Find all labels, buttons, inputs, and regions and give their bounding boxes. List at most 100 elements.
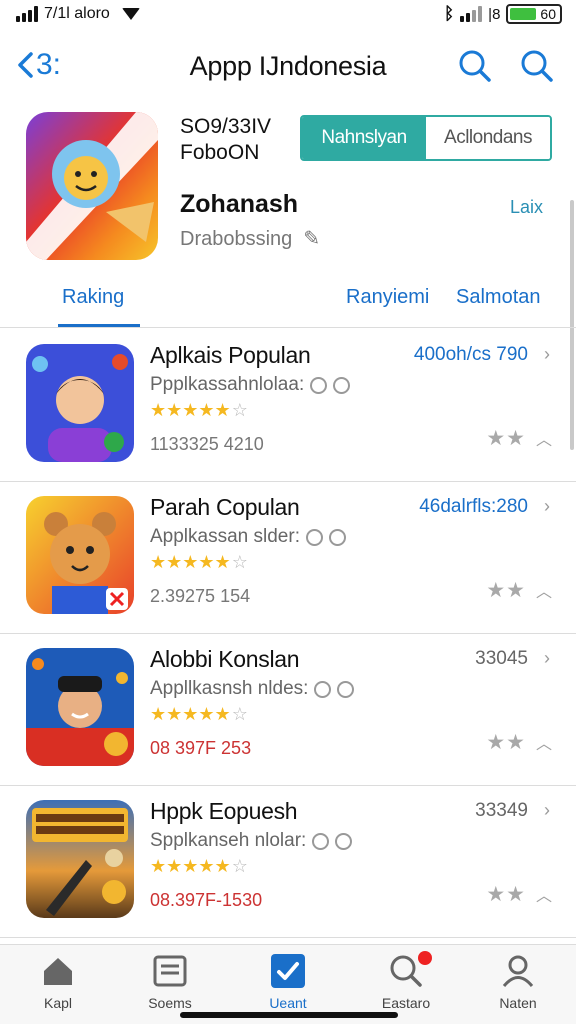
nav-updates-label: Ueant (269, 995, 307, 1011)
app-subtitle-text: Drabobssing (180, 228, 293, 250)
bluetooth-icon: ᛒ (443, 4, 455, 23)
nav-updates[interactable]: Ueant (240, 953, 336, 1011)
list-item[interactable]: Hppk Eopuesh Spplkanseh nlolar: ★★★★★ ☆ 0… (0, 786, 576, 938)
nav-account[interactable]: Naten (470, 953, 566, 1011)
chevron-right-icon[interactable]: › (544, 800, 550, 821)
tab-underline (58, 324, 140, 327)
mini-stars-icon: ★★ (486, 883, 526, 906)
header: 3: Appp IJndonesia (0, 40, 576, 92)
list-item[interactable]: Aplkais Populan Ppplkassahnlolaa: ★★★★★ ☆… (0, 330, 576, 482)
notification-badge (418, 951, 432, 965)
verified-icon (310, 376, 328, 394)
nav-search[interactable]: Eastaro (358, 951, 454, 1011)
list-item-subtitle-text: Applkassan slder: (150, 526, 300, 547)
signal-icon-2 (460, 6, 483, 22)
app-icon[interactable] (26, 112, 158, 260)
shield-icon (333, 376, 351, 394)
star-rating: ★★★★★ ☆ (150, 552, 248, 572)
app-meta-line1: SO9/33IV (180, 115, 272, 138)
verified-icon (305, 528, 323, 546)
star-rating: ★★★★★ ☆ (150, 704, 248, 724)
list-item-subtitle-text: Ppplkassahnlolaa: (150, 374, 305, 395)
nav-home[interactable]: Kapl (10, 953, 106, 1011)
list-item[interactable]: Parah Copulan Applkassan slder: ★★★★★ ☆ 2… (0, 482, 576, 634)
segment-option-1[interactable]: Nahnslyan (302, 117, 426, 159)
battery-level: 60 (540, 6, 556, 22)
verified-icon (312, 832, 330, 850)
mini-stars-icon: ★★ (486, 427, 526, 450)
wifi-icon (121, 8, 140, 20)
search-icon (388, 951, 432, 989)
list-item-icon (26, 800, 134, 918)
star-rating: ★★★★★ ☆ (150, 856, 248, 876)
tab-ranking[interactable]: Raking (62, 286, 124, 309)
shield-icon (328, 528, 346, 546)
chevron-up-icon[interactable]: ︿ (536, 426, 552, 450)
list-item-icon (26, 648, 134, 766)
list-icon (152, 953, 188, 989)
list-item-price: 33349 (475, 800, 528, 821)
status-right: ᛒ |8 60 (444, 4, 562, 24)
list-item-price: 400oh/cs 790 (413, 344, 528, 365)
chevron-up-icon[interactable]: ︿ (536, 578, 552, 602)
list-item[interactable]: Alobbi Konslan Appllkasnsh nldes: ★★★★★ ☆… (0, 634, 576, 786)
chevron-up-icon[interactable]: ︿ (536, 882, 552, 906)
status-left: 7/1l aloro (16, 5, 140, 23)
mini-stars-icon: ★★ (486, 731, 526, 754)
search-icon-2[interactable] (520, 49, 554, 83)
more-link[interactable]: Laix (510, 197, 543, 218)
battery-icon: 60 (506, 4, 562, 24)
user-icon (500, 953, 536, 989)
mini-stars-icon: ★★ (486, 579, 526, 602)
chevron-right-icon[interactable]: › (544, 648, 550, 669)
nav-home-label: Kapl (43, 995, 73, 1011)
list-item-subtitle: Applkassan slder: (150, 526, 346, 548)
list-item-subtitle: Appllkasnsh nldes: (150, 678, 355, 700)
nav-games-label: Soems (148, 995, 192, 1011)
chevron-right-icon[interactable]: › (544, 496, 550, 517)
tab-bar: Raking Ranyiemi Salmotan (0, 278, 576, 328)
app-subtitle: Drabobssing ✎ (180, 226, 320, 251)
list-item-icon (26, 344, 134, 462)
segmented-control: Nahnslyan Acllondans (300, 115, 552, 161)
tab-popular[interactable]: Ranyiemi (346, 286, 429, 309)
app-name: Zohanash (180, 190, 299, 218)
checkmark-icon (270, 953, 306, 989)
nav-search-label: Eastaro (381, 995, 431, 1011)
app-meta-line2: FoboON (180, 141, 260, 164)
list-item-icon (26, 496, 134, 614)
list-item-title: Hppk Eopuesh (150, 798, 298, 824)
segment-option-2[interactable]: Acllondans (426, 117, 550, 159)
sparkle-icon: ✎ (297, 228, 321, 250)
status-bar: 7/1l aloro ᛒ |8 60 (0, 0, 576, 28)
app-meta: SO9/33IV FoboON (180, 114, 271, 166)
list-item-price: 33045 (475, 648, 528, 669)
search-icon[interactable] (458, 49, 492, 83)
home-indicator (180, 1012, 398, 1018)
tab-category[interactable]: Salmotan (456, 286, 541, 309)
carrier-label: 7/1l aloro (44, 5, 110, 22)
nav-account-label: Naten (499, 995, 537, 1011)
download-count: 08.397F-1530 (150, 890, 263, 910)
list-item-title: Alobbi Konslan (150, 646, 300, 672)
signal-icon (16, 6, 38, 22)
list-item-price: 46dalrfls:280 (419, 496, 528, 517)
list-item-subtitle: Ppplkassahnlolaa: (150, 374, 351, 396)
list-item-title: Parah Copulan (150, 494, 300, 520)
home-icon (40, 953, 76, 989)
shield-icon (337, 680, 355, 698)
download-count: 1133325 4210 (150, 434, 264, 454)
list-item-subtitle-text: Appllkasnsh nldes: (150, 678, 309, 699)
list-item-subtitle: Spplkanseh nlolar: (150, 830, 353, 852)
verified-icon (314, 680, 332, 698)
status-divider-icon: |8 (488, 5, 501, 23)
list-item-subtitle-text: Spplkanseh nlolar: (150, 830, 307, 851)
list-item-title: Aplkais Populan (150, 342, 311, 368)
chevron-up-icon[interactable]: ︿ (536, 730, 552, 754)
shield-icon (335, 832, 353, 850)
download-count: 2.39275 154 (150, 586, 251, 606)
download-count: 08 397F 253 (150, 738, 252, 758)
nav-games[interactable]: Soems (122, 953, 218, 1011)
star-rating: ★★★★★ ☆ (150, 400, 248, 420)
chevron-right-icon[interactable]: › (544, 344, 550, 365)
